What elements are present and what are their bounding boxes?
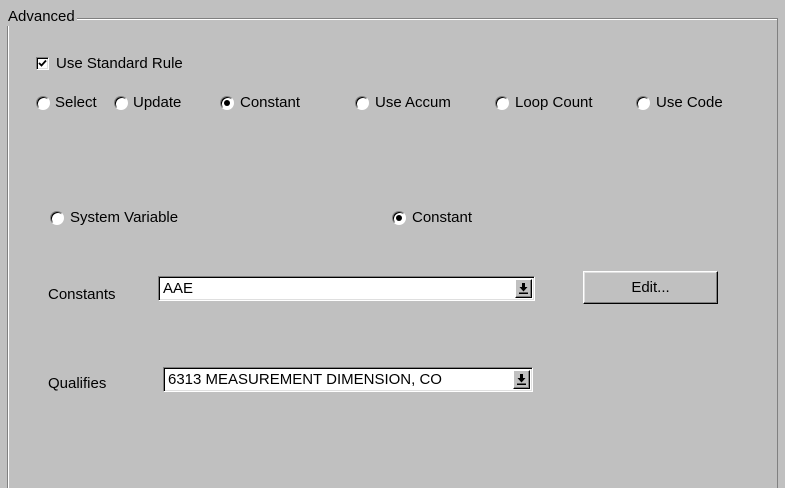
constants-label: Constants bbox=[48, 286, 116, 303]
qualifies-value: 6313 MEASUREMENT DIMENSION, CO bbox=[168, 371, 442, 388]
radio-select[interactable] bbox=[36, 96, 50, 110]
checkmark-icon bbox=[38, 59, 47, 67]
dropdown-arrow-icon bbox=[519, 283, 528, 294]
edit-button[interactable]: Edit... bbox=[583, 271, 718, 304]
radio-source-constant-label[interactable]: Constant bbox=[412, 209, 472, 227]
dropdown-arrow-icon bbox=[517, 374, 526, 385]
use-standard-rule-label[interactable]: Use Standard Rule bbox=[56, 55, 183, 73]
qualifies-dropdown-button[interactable] bbox=[513, 370, 530, 389]
radio-loop-count-label[interactable]: Loop Count bbox=[515, 94, 593, 112]
radio-use-code-label[interactable]: Use Code bbox=[656, 94, 723, 112]
radio-update-label[interactable]: Update bbox=[133, 94, 181, 112]
radio-loop-count[interactable] bbox=[495, 96, 509, 110]
constants-combobox[interactable]: AAE bbox=[158, 276, 535, 301]
radio-use-accum[interactable] bbox=[355, 96, 369, 110]
radio-system-variable[interactable] bbox=[50, 211, 64, 225]
radio-use-accum-label[interactable]: Use Accum bbox=[375, 94, 451, 112]
edit-button-label: Edit... bbox=[631, 279, 670, 296]
radio-constant-label[interactable]: Constant bbox=[240, 94, 300, 112]
qualifies-label: Qualifies bbox=[48, 375, 107, 392]
radio-use-code[interactable] bbox=[636, 96, 650, 110]
radio-select-label[interactable]: Select bbox=[55, 94, 103, 112]
constants-value: AAE bbox=[163, 280, 194, 297]
use-standard-rule-checkbox[interactable] bbox=[36, 57, 49, 70]
radio-constant[interactable] bbox=[220, 96, 234, 110]
constants-dropdown-button[interactable] bbox=[515, 279, 532, 298]
radio-system-variable-label[interactable]: System Variable bbox=[70, 209, 178, 227]
radio-source-constant[interactable] bbox=[392, 211, 406, 225]
qualifies-combobox[interactable]: 6313 MEASUREMENT DIMENSION, CO bbox=[163, 367, 533, 392]
advanced-group-title: Advanced bbox=[7, 8, 77, 26]
advanced-groupbox bbox=[7, 18, 778, 488]
radio-update[interactable] bbox=[114, 96, 128, 110]
